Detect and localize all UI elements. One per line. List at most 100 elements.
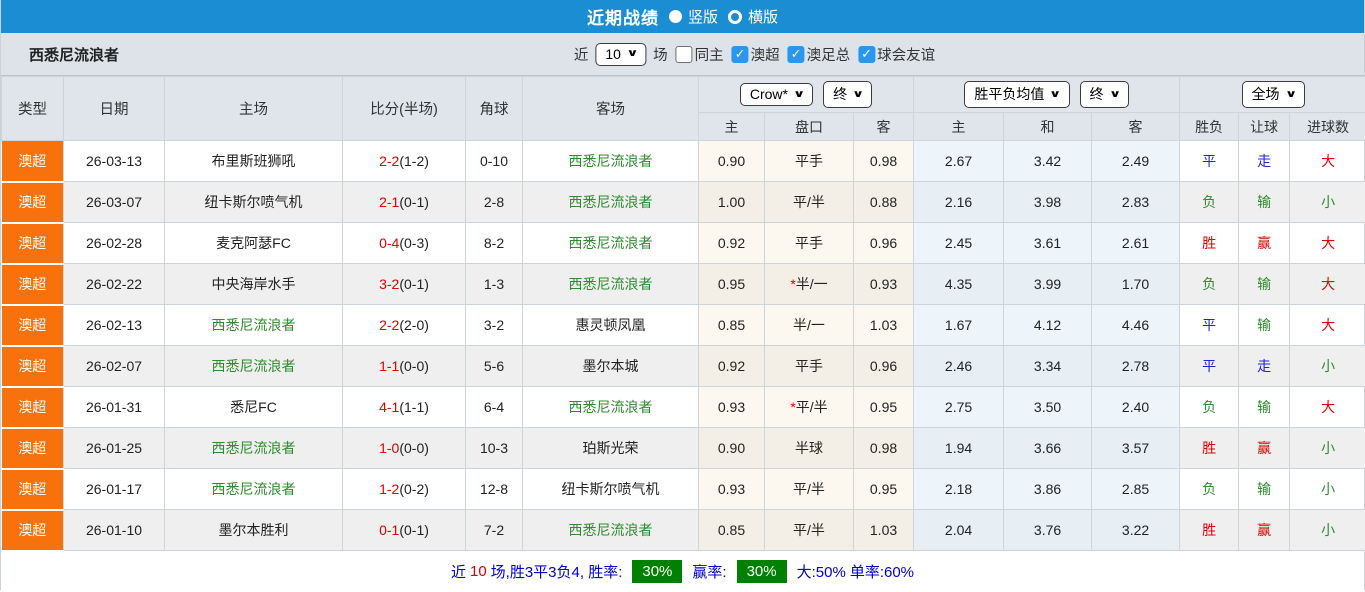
home-team[interactable]: 墨尔本胜利 xyxy=(165,510,343,551)
home-team[interactable]: 悉尼FC xyxy=(165,387,343,428)
match-count-select[interactable]: 10 ∨ xyxy=(595,43,646,66)
mean-draw: 3.61 xyxy=(1004,223,1092,264)
corner-cell: 10-3 xyxy=(466,428,523,469)
radio-unselected-icon[interactable] xyxy=(728,10,742,24)
handicap-name: 平手 xyxy=(795,358,823,374)
scope-select[interactable]: 全场 ∨ xyxy=(1242,81,1305,108)
mean-home: 2.45 xyxy=(914,223,1004,264)
chevron-down-icon: ∨ xyxy=(852,89,864,100)
score-half: (0-1) xyxy=(399,276,429,292)
away-team[interactable]: 纽卡斯尔喷气机 xyxy=(523,469,699,510)
checkbox-ffa-cup[interactable] xyxy=(788,46,805,63)
result-goals: 小 xyxy=(1290,428,1365,469)
odds-company-value: Crow* xyxy=(750,86,788,102)
table-row: 澳超 26-02-28 麦克阿瑟FC 0-4(0-3) 8-2 西悉尼流浪者 0… xyxy=(2,223,1365,264)
odds-rate-badge: 30% xyxy=(737,560,787,583)
home-team[interactable]: 西悉尼流浪者 xyxy=(165,469,343,510)
score-cell: 2-2(2-0) xyxy=(343,305,466,346)
league-badge: 澳超 xyxy=(2,387,64,428)
table-row: 澳超 26-02-13 西悉尼流浪者 2-2(2-0) 3-2 惠灵顿凤凰 0.… xyxy=(2,305,1365,346)
away-team[interactable]: 墨尔本城 xyxy=(523,346,699,387)
result-handicap-header: 让球 xyxy=(1239,113,1290,141)
score-main: 2-1 xyxy=(379,194,399,210)
result-handicap: 输 xyxy=(1239,264,1290,305)
layout-option-horizontal[interactable]: 横版 xyxy=(728,6,778,27)
date-cell: 26-01-17 xyxy=(64,469,165,510)
odds-away: 0.98 xyxy=(854,141,914,182)
handicap-cell: 平手 xyxy=(765,346,854,387)
table-row: 澳超 26-03-13 布里斯班狮吼 2-2(1-2) 0-10 西悉尼流浪者 … xyxy=(2,141,1365,182)
handicap-name: 平/半 xyxy=(793,194,825,210)
table-row: 澳超 26-01-17 西悉尼流浪者 1-2(0-2) 12-8 纽卡斯尔喷气机… xyxy=(2,469,1365,510)
near-label: 近 xyxy=(574,44,589,65)
result-goals: 小 xyxy=(1290,346,1365,387)
league-badge: 澳超 xyxy=(2,141,64,182)
odds-home: 0.95 xyxy=(699,264,765,305)
home-team[interactable]: 纽卡斯尔喷气机 xyxy=(165,182,343,223)
home-team[interactable]: 西悉尼流浪者 xyxy=(165,428,343,469)
away-team[interactable]: 珀斯光荣 xyxy=(523,428,699,469)
table-row: 澳超 26-01-10 墨尔本胜利 0-1(0-1) 7-2 西悉尼流浪者 0.… xyxy=(2,510,1365,551)
checkbox-a-league[interactable] xyxy=(732,46,749,63)
score-half: (0-2) xyxy=(399,481,429,497)
mean-time-value: 终 xyxy=(1090,84,1104,104)
odds-home: 0.90 xyxy=(699,141,765,182)
result-outcome: 胜 xyxy=(1180,510,1239,551)
score-cell: 1-2(0-2) xyxy=(343,469,466,510)
result-goals: 小 xyxy=(1290,182,1365,223)
home-team[interactable]: 麦克阿瑟FC xyxy=(165,223,343,264)
away-team[interactable]: 西悉尼流浪者 xyxy=(523,141,699,182)
league-badge: 澳超 xyxy=(2,305,64,346)
filter-option-same-venue[interactable]: 同主 xyxy=(670,44,724,65)
away-team[interactable]: 西悉尼流浪者 xyxy=(523,510,699,551)
corner-cell: 3-2 xyxy=(466,305,523,346)
score-main: 4-1 xyxy=(379,399,399,415)
filter-option-ffa-cup[interactable]: 澳足总 xyxy=(782,44,851,65)
away-team[interactable]: 西悉尼流浪者 xyxy=(523,223,699,264)
handicap-cell: 半/一 xyxy=(765,305,854,346)
odds-time-select[interactable]: 终 ∨ xyxy=(823,81,872,108)
chevron-down-icon: ∨ xyxy=(1109,89,1121,100)
col-away-header: 客场 xyxy=(523,77,699,141)
home-team[interactable]: 西悉尼流浪者 xyxy=(165,346,343,387)
home-team[interactable]: 布里斯班狮吼 xyxy=(165,141,343,182)
score-half: (0-0) xyxy=(399,358,429,374)
odds-away: 0.95 xyxy=(854,469,914,510)
home-team[interactable]: 西悉尼流浪者 xyxy=(165,305,343,346)
result-handicap: 走 xyxy=(1239,346,1290,387)
radio-selected-icon[interactable] xyxy=(669,10,682,23)
result-goals: 大 xyxy=(1290,223,1365,264)
games-label: 场 xyxy=(653,44,668,65)
result-handicap: 输 xyxy=(1239,182,1290,223)
league-badge: 澳超 xyxy=(2,182,64,223)
odds-company-select[interactable]: Crow* ∨ xyxy=(740,83,813,106)
odds-home: 0.93 xyxy=(699,469,765,510)
mean-type-value: 胜平负均值 xyxy=(974,84,1044,104)
page-title: 近期战绩 xyxy=(587,4,659,29)
score-cell: 2-1(0-1) xyxy=(343,182,466,223)
checkbox-club-friendly[interactable] xyxy=(858,46,875,63)
home-team[interactable]: 中央海岸水手 xyxy=(165,264,343,305)
mean-home: 1.94 xyxy=(914,428,1004,469)
mean-type-select[interactable]: 胜平负均值 ∨ xyxy=(964,81,1069,108)
result-handicap: 赢 xyxy=(1239,428,1290,469)
filter-option-club-friendly[interactable]: 球会友谊 xyxy=(852,44,935,65)
table-row: 澳超 26-02-07 西悉尼流浪者 1-1(0-0) 5-6 墨尔本城 0.9… xyxy=(2,346,1365,387)
away-team[interactable]: 西悉尼流浪者 xyxy=(523,264,699,305)
checkbox-same-venue[interactable] xyxy=(676,46,693,63)
handicap-name: 半球 xyxy=(795,440,823,456)
handicap-name: 平手 xyxy=(795,153,823,169)
col-score-header: 比分(半场) xyxy=(343,77,466,141)
mean-time-select[interactable]: 终 ∨ xyxy=(1080,81,1129,108)
mean-draw: 3.76 xyxy=(1004,510,1092,551)
score-main: 0-1 xyxy=(379,522,399,538)
result-handicap: 输 xyxy=(1239,387,1290,428)
away-team[interactable]: 西悉尼流浪者 xyxy=(523,182,699,223)
away-team[interactable]: 惠灵顿凤凰 xyxy=(523,305,699,346)
layout-option-vertical[interactable]: 竖版 xyxy=(669,6,718,27)
filter-option-a-league[interactable]: 澳超 xyxy=(726,44,780,65)
odds-home: 1.00 xyxy=(699,182,765,223)
away-team[interactable]: 西悉尼流浪者 xyxy=(523,387,699,428)
mean-away: 2.61 xyxy=(1092,223,1180,264)
result-outcome: 平 xyxy=(1180,141,1239,182)
